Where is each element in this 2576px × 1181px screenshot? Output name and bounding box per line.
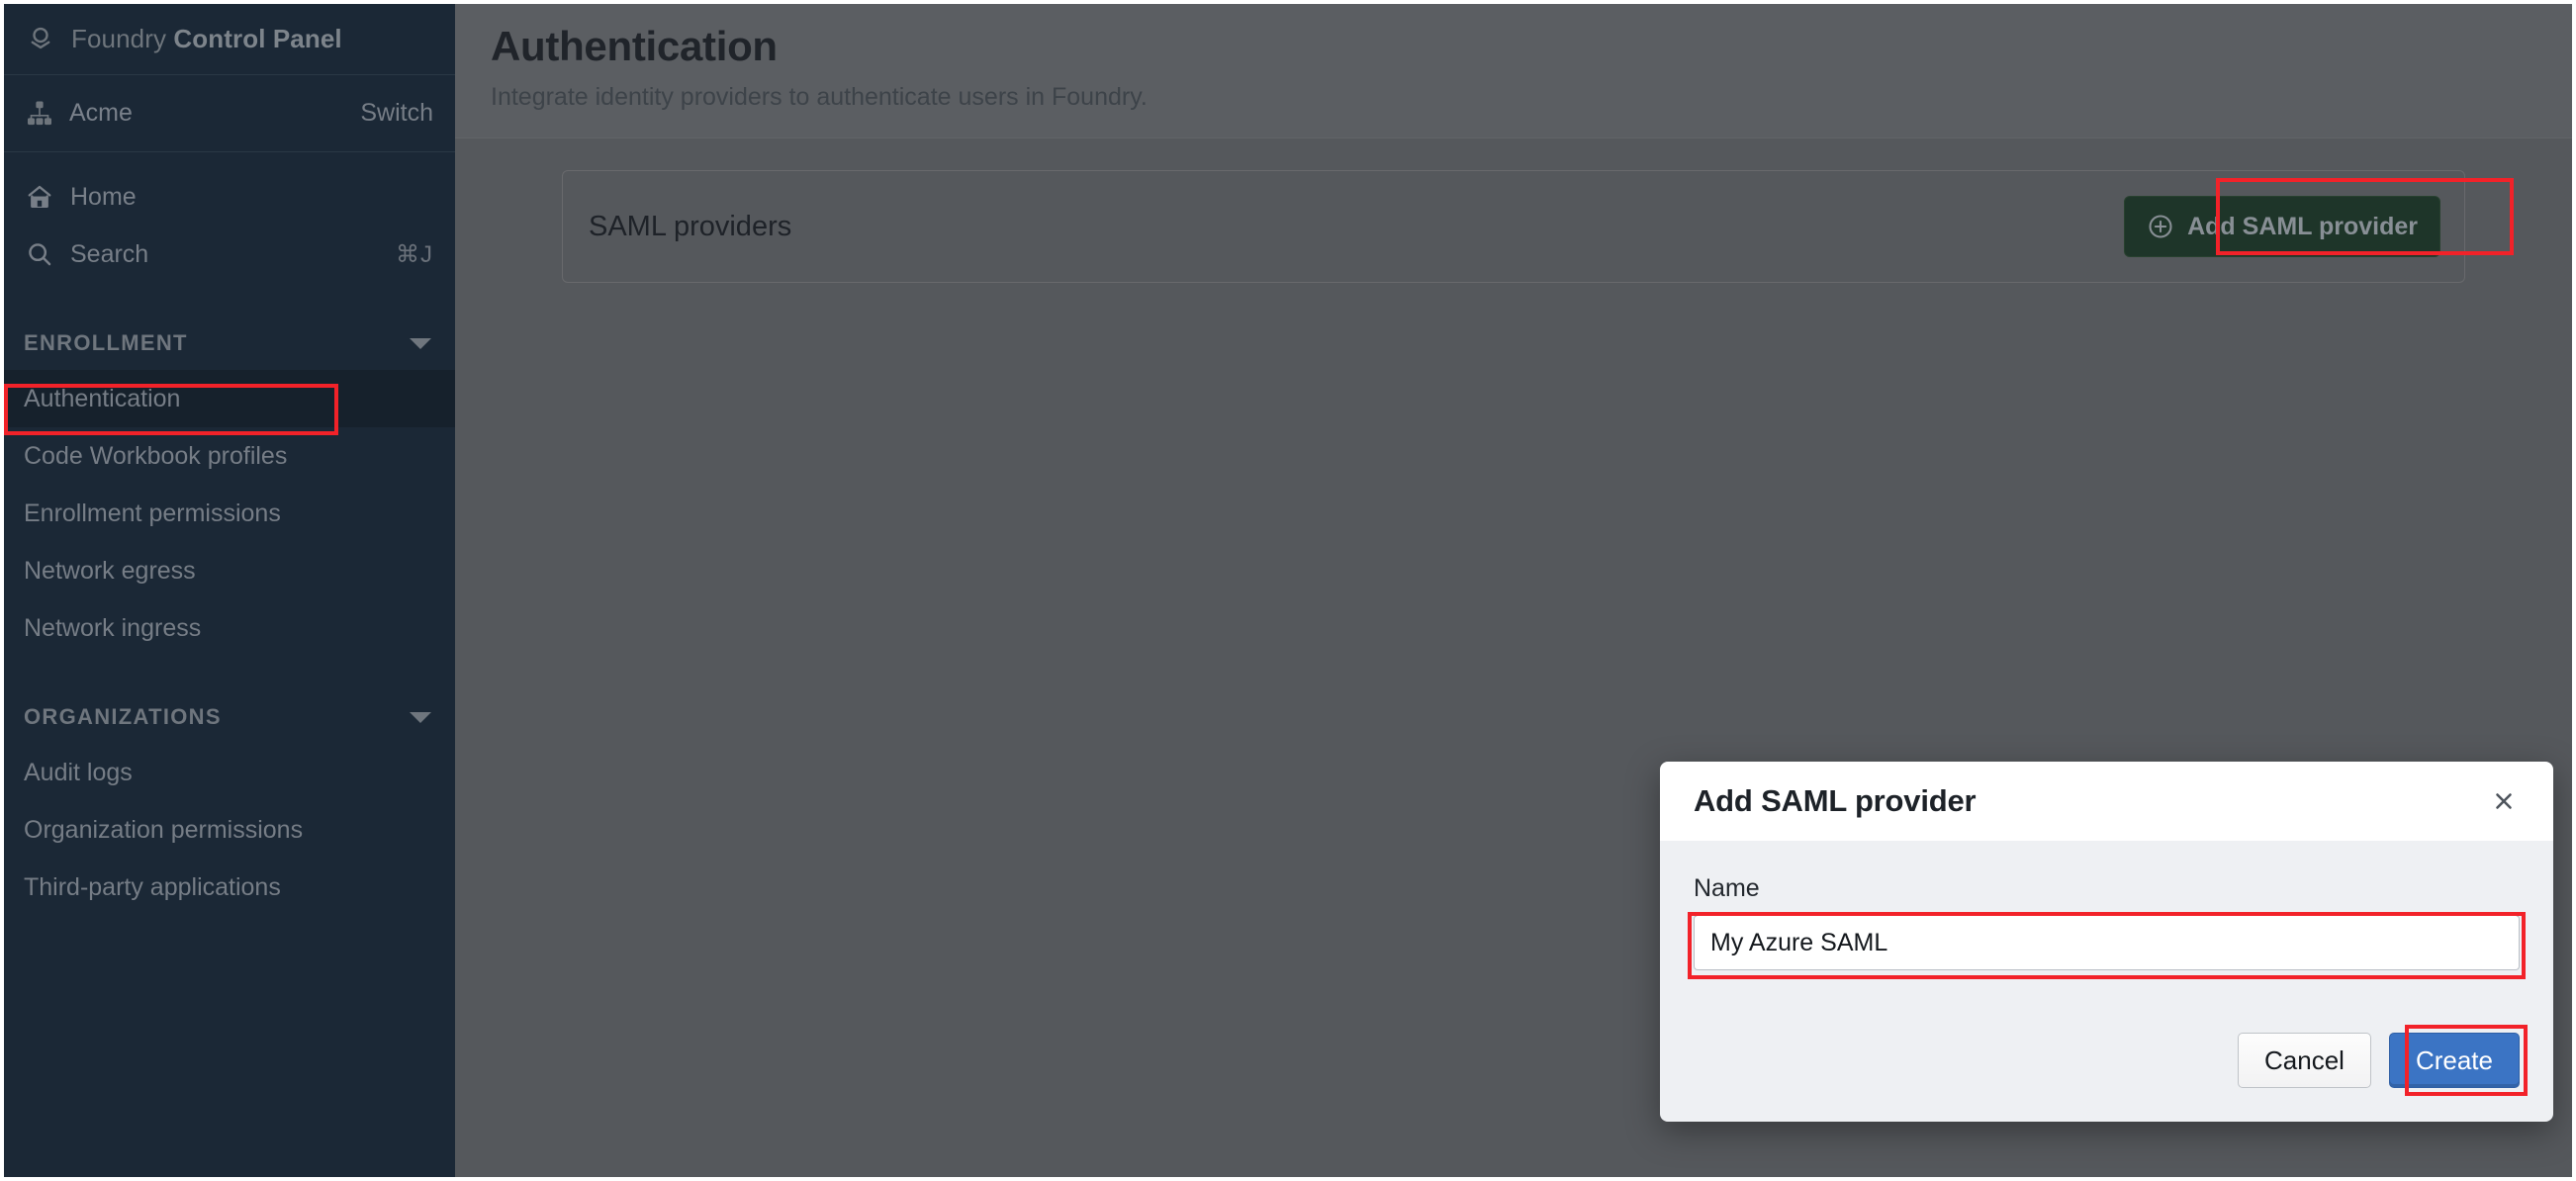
sidebar-item-organization-permissions[interactable]: Organization permissions: [4, 801, 455, 859]
org-switcher[interactable]: Acme Switch: [4, 75, 455, 152]
dialog-body: Name My Azure SAML Cancel Create: [1660, 841, 2553, 1122]
sidebar-item-network-ingress[interactable]: Network ingress: [4, 599, 455, 657]
sidebar-item-label: Home: [70, 182, 137, 211]
home-icon: [26, 183, 53, 211]
create-button[interactable]: Create: [2388, 1033, 2520, 1088]
sidebar-section-label: ENROLLMENT: [24, 330, 188, 355]
dialog-actions: Cancel Create: [2238, 1033, 2520, 1088]
brand-header[interactable]: Foundry Control Panel: [4, 4, 455, 75]
name-field-label: Name: [1694, 874, 1760, 902]
search-shortcut: ⌘J: [396, 240, 433, 268]
org-switch-link[interactable]: Switch: [360, 99, 433, 128]
name-input[interactable]: My Azure SAML: [1694, 915, 2520, 970]
org-hierarchy-icon: [26, 100, 53, 128]
dialog-header: Add SAML provider: [1660, 762, 2553, 841]
add-saml-provider-button[interactable]: Add SAML provider: [2124, 196, 2440, 257]
search-icon: [26, 240, 53, 268]
sidebar-group-organizations: Audit logs Organization permissions Thir…: [4, 744, 455, 916]
brand-title: Foundry Control Panel: [71, 24, 342, 53]
sidebar-section-organizations[interactable]: ORGANIZATIONS: [4, 694, 455, 740]
sidebar-item-enrollment-permissions[interactable]: Enrollment permissions: [4, 485, 455, 542]
saml-providers-card: SAML providers Add SAML provider: [562, 170, 2465, 283]
sidebar-item-network-egress[interactable]: Network egress: [4, 542, 455, 599]
main-content: Authentication Integrate identity provid…: [455, 4, 2572, 1177]
sidebar-item-third-party-applications[interactable]: Third-party applications: [4, 859, 455, 916]
org-name: Acme: [69, 99, 133, 127]
chevron-down-icon[interactable]: [410, 711, 431, 723]
card-title: SAML providers: [589, 210, 792, 242]
sidebar-item-label: Audit logs: [24, 758, 133, 786]
sidebar-item-label: Network egress: [24, 556, 196, 585]
sidebar: Foundry Control Panel Acme Switch Home S…: [4, 4, 455, 1177]
sidebar-section-enrollment[interactable]: ENROLLMENT: [4, 320, 455, 366]
page-title: Authentication: [491, 23, 778, 69]
add-saml-provider-label: Add SAML provider: [2187, 212, 2418, 240]
sidebar-item-code-workbook-profiles[interactable]: Code Workbook profiles: [4, 427, 455, 485]
sidebar-item-label: Network ingress: [24, 613, 202, 642]
close-icon[interactable]: [2484, 781, 2524, 821]
sidebar-item-home[interactable]: Home: [4, 168, 455, 226]
cancel-button[interactable]: Cancel: [2238, 1033, 2371, 1088]
add-saml-provider-dialog: Add SAML provider Name My Azure SAML Can…: [1660, 762, 2553, 1122]
sidebar-item-authentication[interactable]: Authentication: [4, 370, 455, 427]
page-header: Authentication Integrate identity provid…: [455, 4, 2572, 138]
sidebar-item-label: Authentication: [24, 384, 181, 412]
page-body: SAML providers Add SAML provider: [455, 138, 2572, 283]
sidebar-item-audit-logs[interactable]: Audit logs: [4, 744, 455, 801]
chevron-down-icon[interactable]: [410, 337, 431, 349]
primary-links: Home Search ⌘J: [4, 152, 455, 283]
sidebar-item-label: Enrollment permissions: [24, 499, 281, 527]
page-subtitle: Integrate identity providers to authenti…: [491, 82, 1148, 111]
sidebar-group-enrollment: Authentication Code Workbook profiles En…: [4, 370, 455, 657]
plus-circle-icon: [2147, 213, 2174, 240]
sidebar-item-search[interactable]: Search ⌘J: [4, 226, 455, 283]
dialog-title: Add SAML provider: [1694, 783, 1977, 818]
sidebar-item-label: Third-party applications: [24, 872, 281, 901]
sidebar-item-label: Code Workbook profiles: [24, 441, 288, 470]
sidebar-section-label: ORGANIZATIONS: [24, 704, 222, 729]
foundry-logo-icon: [26, 25, 55, 54]
app-window: Foundry Control Panel Acme Switch Home S…: [4, 4, 2572, 1177]
sidebar-item-label: Search: [70, 239, 149, 268]
sidebar-item-label: Organization permissions: [24, 815, 304, 844]
